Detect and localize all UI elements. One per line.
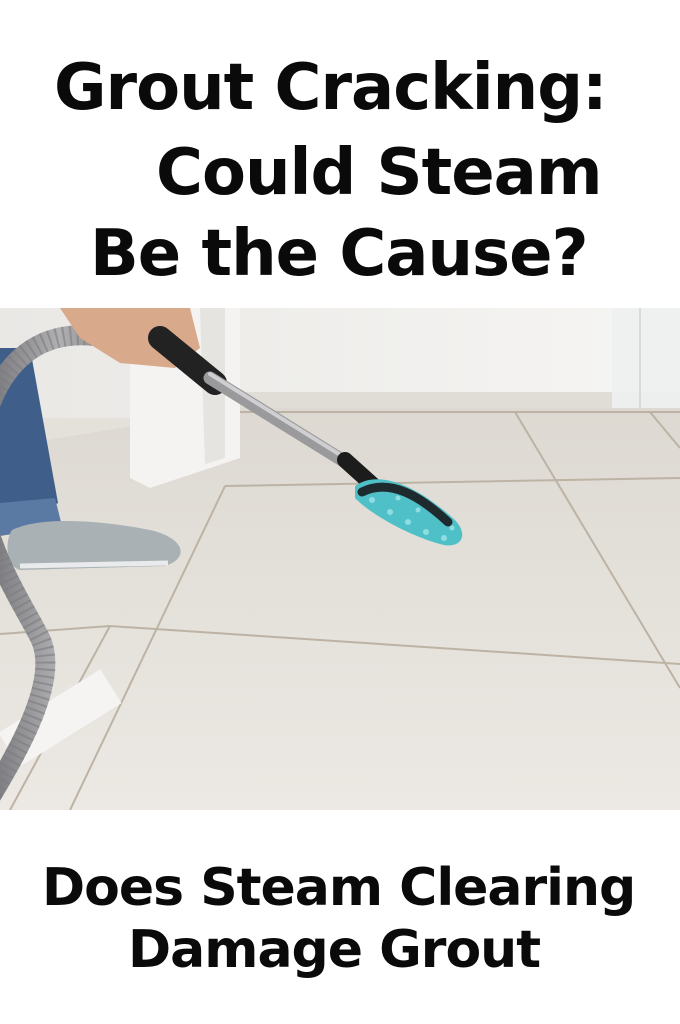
photo-illustration [0,308,680,810]
subtitle-line-2: Damage Grout [128,920,541,980]
title-line-3: Be the Cause? [90,217,589,291]
subtitle-line-1: Does Steam Clearing [42,858,636,918]
title-line-1: Grout Cracking: [54,51,608,125]
title-block: Grout Cracking: Could Steam Be the Cause… [0,0,680,308]
tile-floor [0,408,680,810]
subtitle-block: Does Steam Clearing Damage Grout [0,810,680,1024]
title-line-2: Could Steam [156,136,602,210]
steam-mop-photo [0,308,680,810]
